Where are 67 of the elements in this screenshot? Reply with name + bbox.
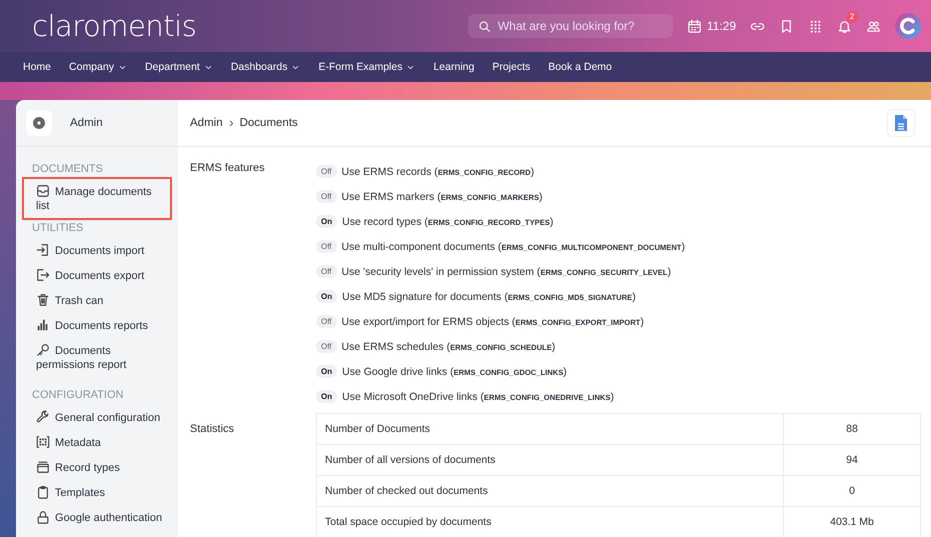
key-icon — [36, 343, 50, 357]
sidebar-item[interactable]: Trash can — [28, 288, 178, 313]
brackets-icon — [36, 435, 50, 449]
section-label: ERMS features — [190, 161, 266, 176]
section-heading: CONFIGURATION — [32, 389, 124, 401]
breadcrumb-link[interactable]: Admin — [190, 117, 223, 129]
users-icon — [866, 18, 881, 34]
sidebar-item[interactable]: Documents import — [28, 238, 178, 263]
document-icon — [894, 114, 908, 132]
table-cell: 88 — [784, 414, 920, 444]
nav-link[interactable]: Projects — [483, 61, 540, 73]
breadcrumb-link[interactable]: Documents — [240, 117, 298, 129]
sidebar-item[interactable]: Documents export — [28, 263, 178, 288]
document-button[interactable] — [887, 109, 915, 137]
sidebar-item[interactable]: Templates — [28, 480, 178, 505]
status-badge: Off — [316, 340, 337, 353]
nav-link[interactable]: Home — [14, 61, 60, 73]
nav-link[interactable]: Department — [136, 61, 222, 73]
apps-grid-icon — [808, 18, 823, 34]
sidebar-title: Admin — [70, 117, 103, 129]
sidebar-item[interactable]: Documents reports — [28, 313, 178, 338]
lock-icon — [36, 510, 50, 524]
table-cell: Number of Documents — [316, 414, 784, 444]
arrow-in-icon — [36, 243, 50, 257]
nav-link[interactable]: Dashboards — [222, 61, 310, 73]
nav-link[interactable]: Learning — [424, 61, 484, 73]
bookmark-icon — [779, 18, 794, 34]
sidebar-item[interactable]: Record types — [28, 455, 178, 480]
arrow-out-icon — [36, 268, 50, 282]
status-badge: On — [316, 390, 338, 403]
section-heading: DOCUMENTS — [32, 163, 104, 175]
sidebar-item[interactable]: General configuration — [28, 405, 178, 430]
logo[interactable]: claromentis — [32, 12, 196, 40]
status-badge: Off — [316, 165, 337, 178]
status-badge: Off — [316, 265, 337, 278]
tray-icon — [36, 460, 50, 474]
table-cell: Number of all versions of documents — [316, 444, 784, 476]
section-label: Statistics — [190, 422, 236, 437]
trash-icon — [36, 293, 50, 307]
status-badge: Off — [316, 240, 337, 253]
table-cell: Total space occupied by documents — [316, 506, 784, 537]
avatar-icon[interactable] — [895, 13, 921, 39]
inbox-icon — [36, 184, 50, 198]
status-badge: On — [316, 215, 338, 228]
table-cell: 94 — [784, 444, 920, 476]
table-cell: Number of checked out documents — [316, 476, 784, 506]
bell-icon — [837, 18, 852, 34]
wrench-icon — [36, 410, 50, 424]
section-heading: UTILITIES — [32, 222, 84, 234]
nav-link[interactable]: Book a Demo — [539, 61, 621, 73]
table-cell: 0 — [784, 476, 920, 506]
sidebar-item[interactable]: Google authentication — [28, 505, 178, 530]
nav-link[interactable]: E-Form Examples — [309, 61, 424, 73]
clipboard-icon — [36, 485, 50, 499]
status-badge: Off — [316, 315, 337, 328]
nav-link[interactable]: Company — [60, 61, 136, 73]
search-icon — [478, 20, 491, 33]
sidebar-item[interactable]: Manage documents list — [24, 179, 170, 218]
notification-badge: 2 — [846, 10, 858, 22]
sidebar-item[interactable]: Documents permissions report — [28, 338, 178, 377]
status-badge: On — [316, 290, 338, 303]
calendar-icon — [686, 18, 702, 34]
bar-chart-icon — [36, 318, 50, 332]
sidebar-item[interactable]: Metadata — [28, 430, 178, 455]
status-badge: Off — [316, 190, 337, 203]
status-badge: On — [316, 365, 338, 378]
clock-time: 11:29 — [706, 19, 736, 33]
